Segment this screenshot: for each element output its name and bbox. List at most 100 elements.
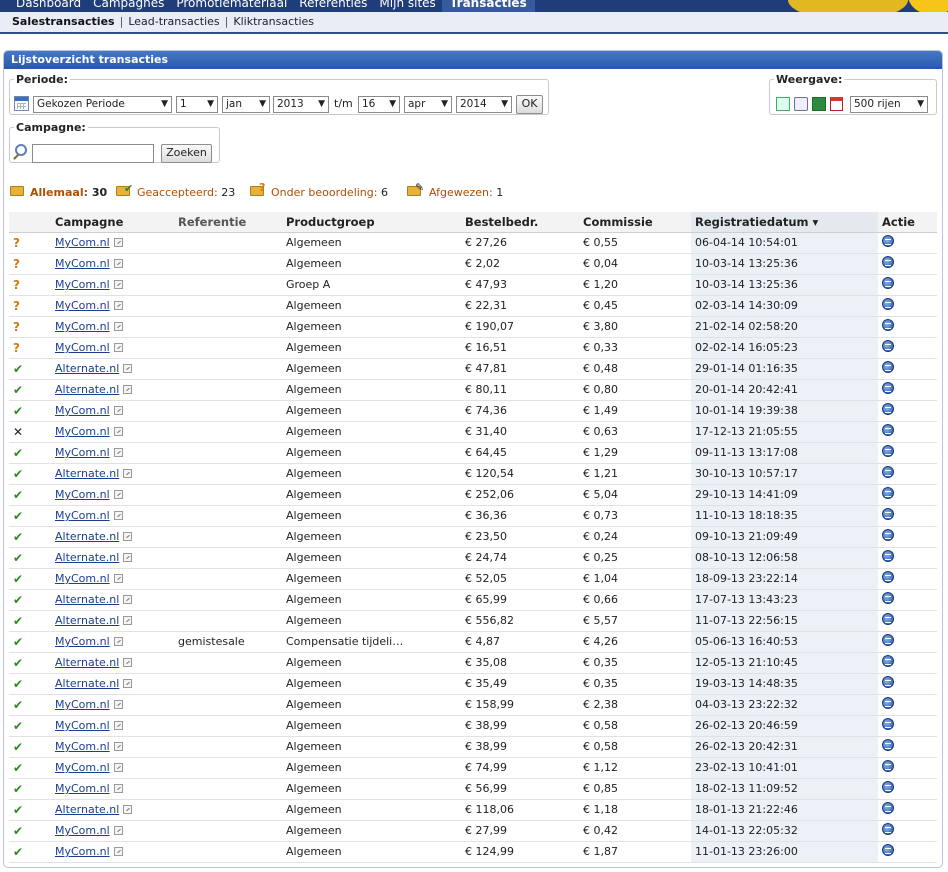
- from-year-select[interactable]: 2013 ▼: [273, 96, 329, 113]
- campagne-link[interactable]: MyCom.nl: [55, 488, 110, 501]
- campagne-link[interactable]: MyCom.nl: [55, 761, 110, 774]
- details-icon[interactable]: [882, 277, 894, 289]
- campagne-link[interactable]: MyCom.nl: [55, 509, 110, 522]
- campagne-link[interactable]: MyCom.nl: [55, 782, 110, 795]
- subnav-lead-transacties[interactable]: Lead-transacties: [128, 15, 219, 28]
- details-icon[interactable]: [882, 487, 894, 499]
- to-year-select[interactable]: 2014 ▼: [456, 96, 512, 113]
- campagne-link[interactable]: MyCom.nl: [55, 698, 110, 711]
- campagne-link[interactable]: MyCom.nl: [55, 845, 110, 858]
- details-icon[interactable]: [882, 508, 894, 520]
- external-link-icon[interactable]: [123, 532, 133, 541]
- details-icon[interactable]: [882, 550, 894, 562]
- details-icon[interactable]: [882, 571, 894, 583]
- campagne-search-input[interactable]: [32, 144, 154, 163]
- campagne-link[interactable]: Alternate.nl: [55, 677, 119, 690]
- external-link-icon[interactable]: [123, 616, 133, 625]
- details-icon[interactable]: [882, 697, 894, 709]
- top-nav-tab[interactable]: Referenties: [293, 0, 373, 12]
- details-icon[interactable]: [882, 445, 894, 457]
- campagne-link[interactable]: MyCom.nl: [55, 320, 110, 333]
- pdf-icon[interactable]: [830, 97, 843, 111]
- details-icon[interactable]: [882, 823, 894, 835]
- campagne-link[interactable]: MyCom.nl: [55, 299, 110, 312]
- details-icon[interactable]: [882, 298, 894, 310]
- referentie-column-header[interactable]: Referentie: [174, 212, 282, 233]
- details-icon[interactable]: [882, 676, 894, 688]
- external-link-icon[interactable]: [123, 469, 133, 478]
- export-screen-icon[interactable]: [776, 97, 790, 111]
- details-icon[interactable]: [882, 256, 894, 268]
- campagne-link[interactable]: MyCom.nl: [55, 572, 110, 585]
- rows-per-page-select[interactable]: 500 rijen ▼: [850, 96, 928, 113]
- external-link-icon[interactable]: [113, 826, 123, 835]
- campagne-link[interactable]: MyCom.nl: [55, 425, 110, 438]
- top-nav-tab[interactable]: Transacties: [441, 0, 535, 12]
- from-month-select[interactable]: jan ▼: [222, 96, 270, 113]
- external-link-icon[interactable]: [113, 448, 123, 457]
- campagne-link[interactable]: MyCom.nl: [55, 404, 110, 417]
- external-link-icon[interactable]: [113, 700, 123, 709]
- campagne-link[interactable]: MyCom.nl: [55, 824, 110, 837]
- zoeken-button[interactable]: Zoeken: [161, 144, 212, 163]
- external-link-icon[interactable]: [123, 385, 133, 394]
- calendar-icon[interactable]: [14, 96, 29, 111]
- campagne-link[interactable]: MyCom.nl: [55, 341, 110, 354]
- details-icon[interactable]: [882, 529, 894, 541]
- details-icon[interactable]: [882, 382, 894, 394]
- campagne-link[interactable]: MyCom.nl: [55, 635, 110, 648]
- external-link-icon[interactable]: [113, 511, 123, 520]
- campagne-link[interactable]: Alternate.nl: [55, 593, 119, 606]
- details-icon[interactable]: [882, 340, 894, 352]
- details-icon[interactable]: [882, 802, 894, 814]
- external-link-icon[interactable]: [113, 406, 123, 415]
- to-month-select[interactable]: apr ▼: [404, 96, 452, 113]
- external-link-icon[interactable]: [113, 490, 123, 499]
- external-link-icon[interactable]: [113, 784, 123, 793]
- productgroep-column-header[interactable]: Productgroep: [282, 212, 461, 233]
- campagne-link[interactable]: MyCom.nl: [55, 446, 110, 459]
- bestelbedrag-column-header[interactable]: Bestelbedr.: [461, 212, 579, 233]
- details-icon[interactable]: [882, 592, 894, 604]
- excel-icon[interactable]: [812, 97, 826, 111]
- external-link-icon[interactable]: [113, 259, 123, 268]
- external-link-icon[interactable]: [123, 658, 133, 667]
- campagne-link[interactable]: Alternate.nl: [55, 803, 119, 816]
- details-icon[interactable]: [882, 760, 894, 772]
- top-nav-tab[interactable]: Dashboard: [10, 0, 87, 12]
- external-link-icon[interactable]: [123, 805, 133, 814]
- details-icon[interactable]: [882, 781, 894, 793]
- details-icon[interactable]: [882, 424, 894, 436]
- campagne-link[interactable]: MyCom.nl: [55, 278, 110, 291]
- details-icon[interactable]: [882, 613, 894, 625]
- campagne-link[interactable]: MyCom.nl: [55, 719, 110, 732]
- campagne-link[interactable]: Alternate.nl: [55, 467, 119, 480]
- subnav-salestransacties[interactable]: Salestransacties: [12, 15, 115, 28]
- filter-onder-beoordeling[interactable]: Onder beoordeling: 6: [271, 186, 388, 199]
- external-link-icon[interactable]: [113, 301, 123, 310]
- details-icon[interactable]: [882, 844, 894, 856]
- filter-allemaal[interactable]: Allemaal: 30: [30, 186, 107, 199]
- campagne-column-header[interactable]: Campagne: [51, 212, 174, 233]
- campagne-link[interactable]: MyCom.nl: [55, 236, 110, 249]
- campagne-link[interactable]: Alternate.nl: [55, 551, 119, 564]
- external-link-icon[interactable]: [113, 847, 123, 856]
- details-icon[interactable]: [882, 361, 894, 373]
- periode-preset-select[interactable]: Gekozen Periode ▼: [33, 96, 172, 113]
- external-link-icon[interactable]: [113, 280, 123, 289]
- external-link-icon[interactable]: [113, 574, 123, 583]
- campagne-link[interactable]: MyCom.nl: [55, 257, 110, 270]
- print-icon[interactable]: [794, 97, 808, 111]
- to-day-select[interactable]: 16 ▼: [358, 96, 400, 113]
- top-nav-tab[interactable]: Promotiemateriaal: [170, 0, 293, 12]
- external-link-icon[interactable]: [113, 637, 123, 646]
- campagne-link[interactable]: Alternate.nl: [55, 362, 119, 375]
- external-link-icon[interactable]: [113, 721, 123, 730]
- campagne-link[interactable]: Alternate.nl: [55, 614, 119, 627]
- filter-geaccepteerd[interactable]: Geaccepteerd: 23: [137, 186, 235, 199]
- external-link-icon[interactable]: [113, 322, 123, 331]
- campagne-link[interactable]: MyCom.nl: [55, 740, 110, 753]
- from-day-select[interactable]: 1 ▼: [176, 96, 218, 113]
- top-nav-tab[interactable]: Campagnes: [87, 0, 170, 12]
- details-icon[interactable]: [882, 235, 894, 247]
